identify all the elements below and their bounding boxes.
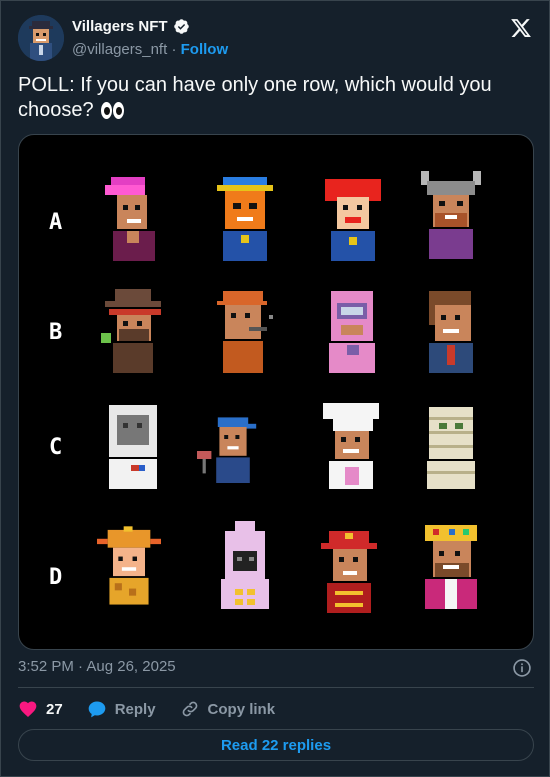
tweet-header: Villagers NFT @villagers_nft · Follow: [18, 15, 534, 63]
tweet-timestamp[interactable]: 3:52 PM · Aug 26, 2025: [18, 658, 176, 675]
name-row: Villagers NFT: [72, 18, 190, 35]
author-name[interactable]: Villagers NFT: [72, 18, 168, 35]
like-count: 27: [46, 700, 63, 718]
reply-label: Reply: [114, 700, 156, 718]
brown-hair-suit-villager: [429, 291, 473, 373]
tweet-text: POLL: If you can have only one row, whic…: [18, 73, 518, 123]
handle-separator: ·: [171, 41, 177, 58]
pink-hood-villager: [221, 521, 269, 609]
orange-cap-pipe-villager: [217, 291, 273, 373]
read-replies-label: Read 22 replies: [220, 736, 332, 754]
time-separator: ·: [78, 658, 84, 675]
astronaut-villager: [109, 405, 157, 489]
verified-badge-icon: [173, 19, 189, 34]
tweet-card: Villagers NFT @villagers_nft · Follow PO…: [0, 0, 550, 777]
like-button[interactable]: 27: [18, 699, 63, 719]
x-logo-icon[interactable]: [510, 17, 532, 39]
pixel-villager-avatar-icon: [18, 15, 64, 61]
blue-cap-villager: [197, 417, 257, 483]
blue-hat-orange-mask-villager: [217, 177, 273, 261]
mummy-villager: [427, 407, 475, 489]
tweet-time: 3:52 PM: [18, 658, 74, 675]
read-replies-button[interactable]: Read 22 replies: [18, 729, 534, 761]
row-label-d: D: [49, 565, 63, 590]
row-label-a: A: [49, 210, 63, 235]
follow-button[interactable]: Follow: [181, 41, 229, 58]
cowboy-hat-villager: [101, 289, 161, 373]
copy-link-label: Copy link: [207, 700, 276, 718]
tweet-date: Aug 26, 2025: [86, 658, 176, 675]
avatar[interactable]: [18, 15, 64, 61]
author-handle[interactable]: @villagers_nft: [72, 41, 167, 58]
flame-crown-villager: [97, 526, 161, 605]
viking-helmet-villager: [421, 171, 481, 259]
red-hair-clown-villager: [325, 179, 381, 261]
action-bar: 27 Reply Copy link: [18, 698, 299, 720]
handle-row: @villagers_nft · Follow: [72, 41, 228, 58]
heart-icon: [19, 701, 37, 717]
red-cap-firefighter-villager: [321, 531, 377, 613]
reply-button[interactable]: Reply: [87, 699, 156, 719]
link-icon: [182, 701, 197, 717]
divider: [18, 687, 534, 688]
chef-hat-villager: [323, 403, 379, 489]
tweet-body: POLL: If you can have only one row, whic…: [18, 74, 492, 121]
row-label-c: C: [49, 435, 63, 460]
info-icon[interactable]: [512, 658, 532, 678]
pink-diver-villager: [329, 291, 375, 373]
gold-crown-king-villager: [425, 525, 477, 609]
poll-image[interactable]: A B C D: [18, 134, 534, 650]
row-label-b: B: [49, 320, 63, 345]
eyes-emoji-icon: [101, 102, 125, 119]
copy-link-button[interactable]: Copy link: [180, 699, 276, 719]
pink-mohawk-villager: [105, 177, 155, 261]
reply-bubble-icon: [88, 701, 106, 718]
